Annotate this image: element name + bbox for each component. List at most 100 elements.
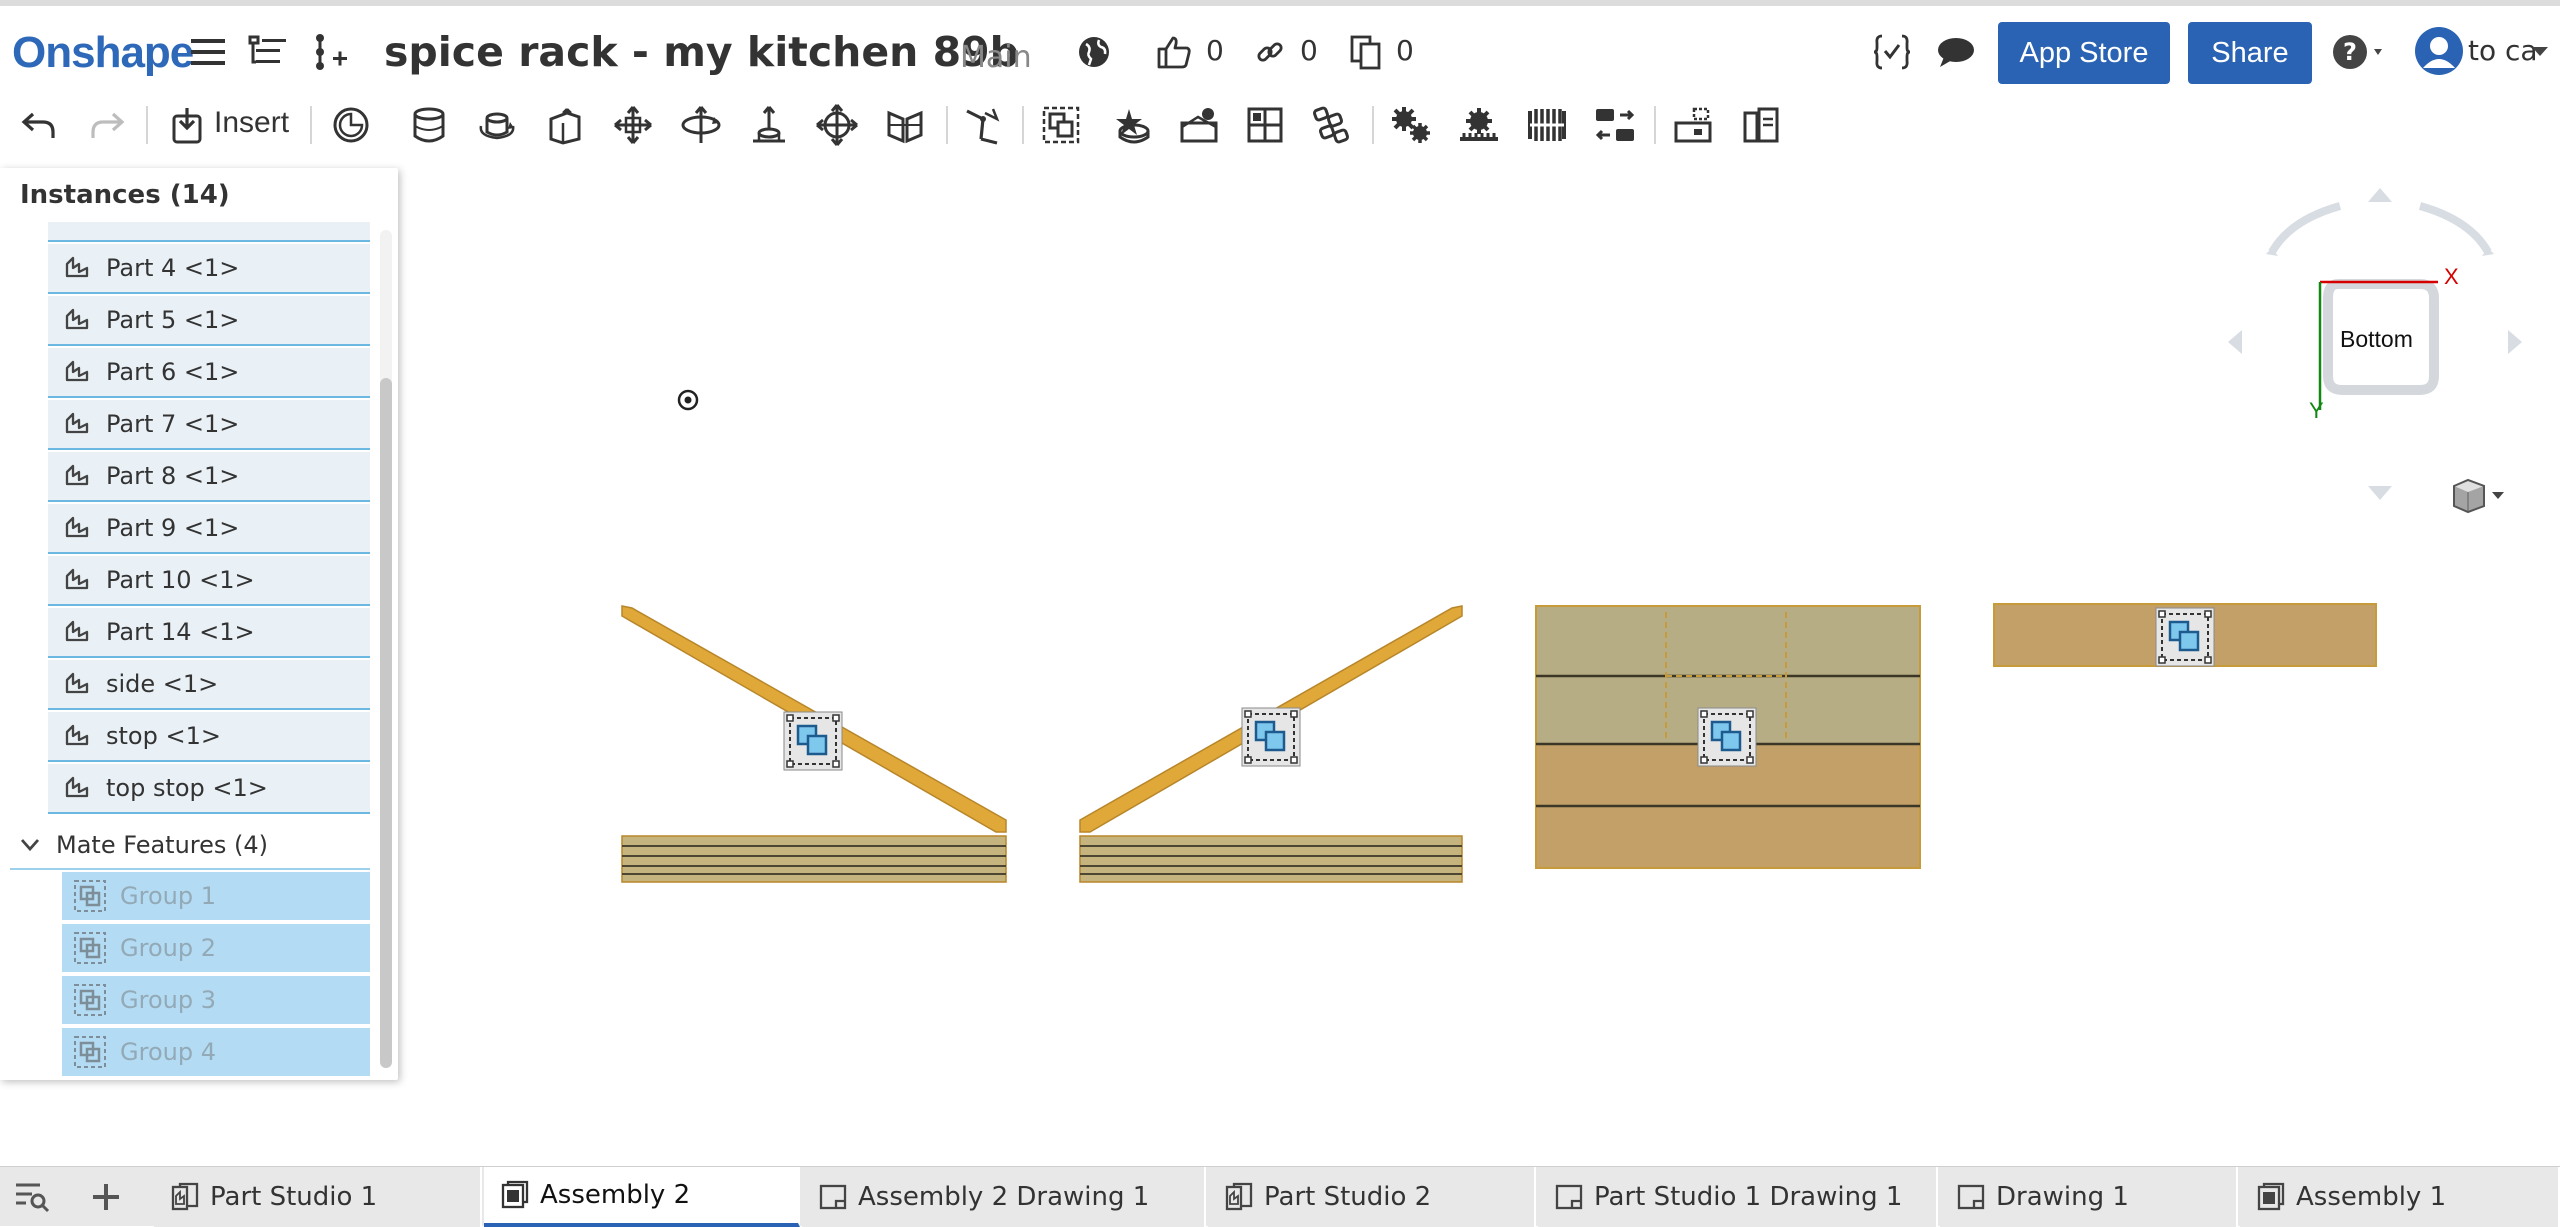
- onshape-logo[interactable]: Onshape: [12, 28, 194, 78]
- tab-label: Assembly 2 Drawing 1: [858, 1182, 1150, 1212]
- group-row-4[interactable]: Group 4: [62, 1028, 370, 1076]
- insert-icon[interactable]: [166, 104, 208, 146]
- instance-label: Part 8 <1>: [106, 462, 240, 490]
- cylindrical-mate-icon[interactable]: [680, 104, 722, 146]
- chevron-down-icon[interactable]: [2530, 32, 2550, 72]
- tab-label: Drawing 1: [1996, 1182, 2129, 1212]
- named-positions-icon[interactable]: [1740, 104, 1782, 146]
- view-cube-face-label[interactable]: Bottom: [2340, 326, 2413, 353]
- tab-part-studio-1-drawing-1[interactable]: Part Studio 1 Drawing 1: [1538, 1167, 1938, 1227]
- links-icon[interactable]: [1250, 32, 1290, 72]
- slider-mate-icon[interactable]: [544, 104, 586, 146]
- screw-relation-icon[interactable]: [1526, 104, 1568, 146]
- instance-row-part-8[interactable]: Part 8 <1>: [48, 452, 370, 502]
- rack-pinion-icon[interactable]: [1458, 104, 1500, 146]
- y-axis-label: Y: [2309, 398, 2324, 423]
- tab-label: Part Studio 2: [1264, 1182, 1432, 1212]
- tab-part-studio-2[interactable]: Part Studio 2: [1208, 1167, 1536, 1227]
- drawing-icon: [816, 1180, 850, 1214]
- ball-mate-icon[interactable]: [816, 104, 858, 146]
- mate-relation-icon[interactable]: [1112, 104, 1154, 146]
- tab-assembly-2[interactable]: Assembly 2: [484, 1167, 800, 1227]
- revolute-mate-icon[interactable]: [476, 104, 518, 146]
- group-glyph-3[interactable]: [1697, 707, 1757, 767]
- like-icon[interactable]: [1154, 32, 1194, 72]
- mate-connector-explode-icon[interactable]: [1672, 104, 1714, 146]
- group-glyph-1[interactable]: [783, 711, 843, 771]
- add-tab-icon[interactable]: [90, 1181, 122, 1213]
- tab-label: Assembly 1: [2296, 1182, 2447, 1212]
- part-icon: [60, 719, 94, 753]
- share-button[interactable]: Share: [2188, 22, 2312, 84]
- part-icon: [60, 303, 94, 337]
- drawing-icon: [1954, 1180, 1988, 1214]
- replicate-icon[interactable]: [1244, 104, 1286, 146]
- instances-panel-title: Instances (14): [20, 180, 230, 210]
- redo-icon[interactable]: [86, 104, 128, 146]
- instance-row-part-5[interactable]: Part 5 <1>: [48, 296, 370, 346]
- gears-icon[interactable]: [1390, 104, 1432, 146]
- group-row-2[interactable]: Group 2: [62, 924, 370, 972]
- instance-row-top-stop[interactable]: top stop <1>: [48, 764, 370, 814]
- gear-relation-icon[interactable]: [1178, 104, 1220, 146]
- copies-icon[interactable]: [1346, 32, 1386, 72]
- variable-check-icon[interactable]: [1872, 32, 1912, 72]
- linear-relation-icon[interactable]: [1594, 104, 1636, 146]
- instance-row-part-14[interactable]: Part 14 <1>: [48, 608, 370, 658]
- display-mode-icon[interactable]: [2450, 476, 2506, 516]
- help-icon[interactable]: ?: [2330, 32, 2390, 72]
- instance-row-part-4[interactable]: Part 4 <1>: [48, 244, 370, 294]
- group-glyph-2[interactable]: [1241, 707, 1301, 767]
- app-store-button[interactable]: App Store: [1998, 22, 2170, 84]
- instance-row-side[interactable]: side <1>: [48, 660, 370, 710]
- pattern-icon[interactable]: [1310, 104, 1352, 146]
- assembly-toolbar: Insert: [0, 92, 2560, 156]
- avatar[interactable]: [2414, 26, 2464, 76]
- tab-part-studio-1[interactable]: Part Studio 1: [154, 1167, 482, 1227]
- tab-drawing-1[interactable]: Drawing 1: [1940, 1167, 2238, 1227]
- panel-scrollbar-thumb[interactable]: [380, 378, 392, 1068]
- globe-icon[interactable]: [1074, 32, 1114, 72]
- instance-row-part-7[interactable]: Part 7 <1>: [48, 400, 370, 450]
- part-icon: [60, 355, 94, 389]
- pin-slot-mate-icon[interactable]: [748, 104, 790, 146]
- instance-row-part-10[interactable]: Part 10 <1>: [48, 556, 370, 606]
- mate-connector-icon[interactable]: [330, 104, 372, 146]
- instance-row-part-9[interactable]: Part 9 <1>: [48, 504, 370, 554]
- version-history-icon[interactable]: [310, 32, 350, 72]
- drawing-icon: [1552, 1180, 1586, 1214]
- list-item-partial[interactable]: [48, 222, 370, 242]
- tangent-mate-icon[interactable]: [962, 104, 1004, 146]
- parallel-mate-icon[interactable]: [884, 104, 926, 146]
- mate-features-folder[interactable]: Mate Features (4): [10, 822, 370, 870]
- document-header: Onshape spice rack - my kitchen 89b Main…: [0, 0, 2560, 92]
- menu-icon[interactable]: [188, 32, 228, 72]
- tab-assembly-2-drawing-1[interactable]: Assembly 2 Drawing 1: [802, 1167, 1206, 1227]
- part-icon: [60, 407, 94, 441]
- group-icon[interactable]: [1040, 104, 1082, 146]
- branch-name[interactable]: Main: [960, 40, 1032, 75]
- fastened-mate-icon[interactable]: [408, 104, 450, 146]
- tab-label: Part Studio 1 Drawing 1: [1594, 1182, 1903, 1212]
- insert-button[interactable]: Insert: [214, 106, 289, 140]
- group-label: Group 3: [120, 986, 216, 1014]
- planar-mate-icon[interactable]: [612, 104, 654, 146]
- chevron-down-icon[interactable]: [20, 838, 40, 852]
- user-name[interactable]: to ca: [2468, 34, 2538, 67]
- document-title[interactable]: spice rack - my kitchen 89b: [384, 28, 1019, 76]
- part-icon: [60, 667, 94, 701]
- x-axis-label: X: [2444, 264, 2459, 289]
- group-icon: [72, 1034, 108, 1070]
- undo-icon[interactable]: [18, 104, 60, 146]
- tab-assembly-1[interactable]: Assembly 1: [2240, 1167, 2560, 1227]
- comments-icon[interactable]: [1936, 32, 1976, 72]
- instance-row-stop[interactable]: stop <1>: [48, 712, 370, 762]
- tab-manager-icon[interactable]: [14, 1181, 50, 1213]
- group-row-1[interactable]: Group 1: [62, 872, 370, 920]
- feature-list-icon[interactable]: [248, 32, 288, 72]
- group-row-3[interactable]: Group 3: [62, 976, 370, 1024]
- part-icon: [60, 251, 94, 285]
- instance-label: Part 6 <1>: [106, 358, 240, 386]
- group-glyph-4[interactable]: [2155, 607, 2215, 667]
- instance-row-part-6[interactable]: Part 6 <1>: [48, 348, 370, 398]
